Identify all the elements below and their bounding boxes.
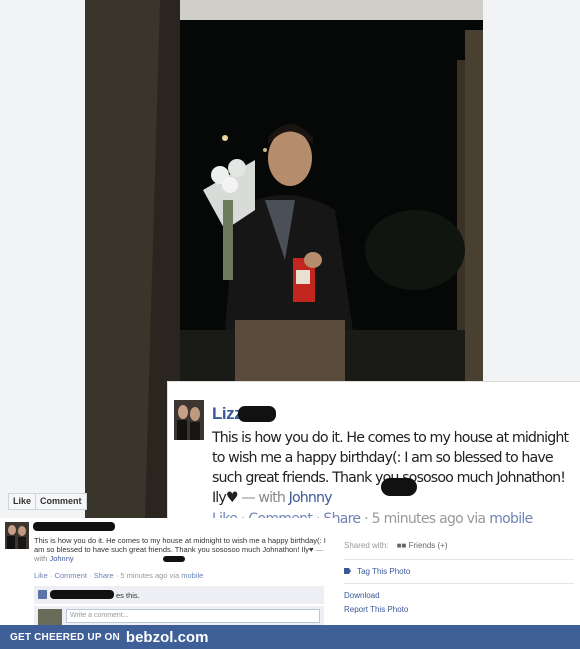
censor-bar (50, 590, 114, 599)
tag-icon (344, 568, 351, 574)
share-link[interactable]: Share (94, 571, 114, 580)
likes-bar: es this. (34, 586, 324, 604)
timestamp[interactable]: 5 minutes ago via (120, 571, 179, 580)
comment-link[interactable]: Comment (54, 571, 87, 580)
download-link[interactable]: Download (344, 591, 380, 600)
post-text: This is how you do it. He comes to my ho… (212, 428, 569, 508)
avatar[interactable] (5, 522, 29, 549)
photo-like-button[interactable]: Like (9, 494, 35, 509)
footer-tagline: GET CHEERED UP ON (10, 631, 120, 643)
tagged-friend-link[interactable]: Johnny (289, 490, 333, 506)
via-mobile-link[interactable]: mobile (489, 511, 533, 527)
censor-bar (381, 478, 417, 496)
censor-bar (163, 556, 185, 562)
avatar[interactable] (174, 400, 204, 440)
photo-actions: Like Comment (8, 493, 87, 510)
with-label: — with (241, 490, 286, 506)
post-text-body: This is how you do it. He comes to my ho… (34, 536, 326, 554)
divider (344, 559, 574, 560)
tagged-friend-link[interactable]: Johnny (49, 554, 73, 563)
footer-banner: GET CHEERED UP ON bebzol.com (0, 625, 580, 649)
via-mobile-link[interactable]: mobile (181, 571, 203, 580)
likes-text: es this. (116, 591, 140, 600)
audience-selector[interactable]: ■■ Friends (+) (397, 541, 448, 550)
thumbs-up-icon (38, 590, 47, 599)
comment-input[interactable]: Write a comment... (66, 609, 320, 623)
footer-brand-logo[interactable]: bebzol.com (126, 629, 209, 646)
tag-photo-label: Tag This Photo (357, 567, 411, 576)
like-link[interactable]: Like (34, 571, 48, 580)
separator: · (89, 571, 92, 580)
report-photo-link[interactable]: Report This Photo (344, 605, 408, 614)
separator: · (364, 511, 368, 527)
divider (344, 583, 574, 584)
post-meta: Like · Comment · Share · 5 minutes ago v… (34, 571, 203, 580)
audience-label: Friends (+) (408, 541, 448, 550)
friends-icon: ■■ (396, 541, 407, 550)
shared-with-label: Shared with: (344, 541, 389, 550)
censor-bar (238, 406, 276, 422)
comment-row: Write a comment... (34, 606, 324, 625)
shared-with: Shared with: ■■ Friends (+) (344, 541, 448, 550)
photo-comment-button[interactable]: Comment (35, 494, 86, 509)
timestamp[interactable]: 5 minutes ago via (372, 511, 487, 527)
separator: · (115, 571, 119, 580)
photo-sidebar: Shared with: ■■ Friends (+) Tag This Pho… (338, 537, 580, 625)
separator: · (49, 571, 53, 580)
photo-post: This is how you do it. He comes to my ho… (0, 518, 338, 625)
avatar (38, 609, 62, 625)
zoomed-caption: Lizz This is how you do it. He comes to … (167, 381, 580, 537)
tag-photo-link[interactable]: Tag This Photo (344, 567, 410, 576)
censor-bar (33, 522, 115, 531)
